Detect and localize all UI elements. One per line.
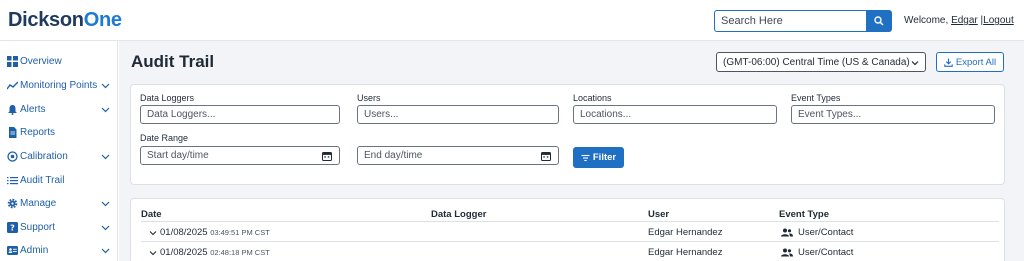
logout-link[interactable]: Logout	[983, 15, 1014, 26]
chevron-down-icon	[101, 154, 110, 160]
chevron-down-icon	[101, 225, 110, 231]
list-icon	[7, 177, 18, 185]
sidebar-item-label: Reports	[20, 127, 56, 138]
export-all-label: Export All	[955, 56, 997, 68]
calendar-icon	[541, 152, 551, 161]
end-date-placeholder: End day/time	[364, 150, 423, 161]
document-icon	[9, 127, 17, 138]
start-date-placeholder: Start day/time	[147, 150, 209, 161]
dicksonone-logo[interactable]: DicksonOne	[8, 9, 122, 32]
users-icon	[781, 248, 793, 257]
search-box	[714, 10, 892, 32]
logo-text-part2: One	[83, 9, 122, 31]
search-icon	[874, 16, 884, 26]
calendar-icon	[322, 152, 332, 161]
locations-input[interactable]	[573, 105, 777, 124]
export-all-button[interactable]: Export All	[936, 52, 1004, 72]
event-types-input[interactable]	[791, 105, 995, 124]
row-date: 01/08/2025 03:49:51 PM CST	[160, 227, 270, 238]
row-user: Edgar Hernandez	[648, 247, 723, 258]
table-row[interactable]: 01/08/2025 03:49:51 PM CST Edgar Hernand…	[141, 221, 999, 241]
sidebar-item-label: Admin	[20, 245, 49, 256]
filter-icon	[581, 154, 590, 161]
svg-text:?: ?	[10, 224, 15, 233]
sidebar-item-reports[interactable]: Reports	[0, 122, 118, 144]
timezone-value: (GMT-06:00) Central Time (US & Canada)	[723, 56, 910, 68]
users-label: Users	[357, 93, 381, 103]
row-user: Edgar Hernandez	[648, 227, 723, 238]
welcome-prefix: Welcome,	[904, 15, 949, 26]
welcome-message: Welcome, Edgar |Logout	[904, 15, 1014, 26]
admin-card-icon	[7, 246, 18, 255]
sidebar-item-monitoring-points[interactable]: Monitoring Points	[0, 75, 118, 97]
sidebar-item-support[interactable]: ? Support	[0, 217, 118, 239]
main-content: Audit Trail (GMT-06:00) Central Time (US…	[119, 41, 1024, 261]
data-loggers-label: Data Loggers	[140, 93, 195, 103]
sidebar-item-alerts[interactable]: Alerts	[0, 99, 118, 121]
sidebar-item-label: Audit Trail	[20, 175, 65, 186]
column-header-user[interactable]: User	[648, 209, 669, 220]
sidebar-item-label: Alerts	[20, 104, 46, 115]
sidebar-item-label: Overview	[20, 56, 62, 67]
search-input[interactable]	[714, 10, 867, 32]
gear-icon	[7, 198, 18, 209]
sidebar-item-label: Calibration	[20, 151, 68, 162]
filter-panel: Data Loggers Users Locations Event Types…	[130, 84, 1005, 185]
chevron-down-icon	[911, 61, 919, 66]
data-loggers-input[interactable]	[140, 105, 340, 124]
audit-table: Date Data Logger User Event Type 01/08/2…	[130, 198, 1005, 261]
row-event-type: User/Contact	[798, 247, 854, 258]
row-date-value: 01/08/2025	[160, 227, 208, 238]
sidebar-item-overview[interactable]: Overview	[0, 51, 118, 73]
sidebar-item-label: Monitoring Points	[20, 80, 98, 91]
row-time-value: 03:49:51 PM CST	[210, 228, 270, 237]
calibration-icon	[7, 151, 18, 162]
sidebar-item-admin[interactable]: Admin	[0, 240, 118, 261]
sidebar-item-label: Support	[20, 222, 56, 233]
search-button[interactable]	[866, 10, 892, 32]
column-header-data-logger[interactable]: Data Logger	[431, 209, 486, 220]
end-date-input[interactable]: End day/time	[357, 146, 559, 165]
chevron-down-icon	[101, 83, 110, 89]
chevron-down-icon	[101, 201, 110, 207]
chevron-down-icon	[101, 107, 110, 113]
date-range-label: Date Range	[140, 133, 189, 143]
sidebar-item-manage[interactable]: Manage	[0, 193, 118, 215]
top-bar: DicksonOne Welcome, Edgar |Logout	[0, 0, 1024, 41]
chevron-down-icon[interactable]	[149, 249, 157, 257]
help-icon: ?	[7, 222, 18, 233]
row-date: 01/08/2025 02:48:18 PM CST	[160, 247, 270, 258]
line-chart-icon	[7, 81, 18, 90]
filter-button-label: Filter	[592, 152, 617, 163]
bell-icon	[8, 105, 17, 115]
row-time-value: 02:48:18 PM CST	[210, 248, 270, 257]
page-title: Audit Trail	[131, 52, 215, 71]
table-row[interactable]: 01/08/2025 02:48:18 PM CST Edgar Hernand…	[141, 241, 999, 261]
row-date-value: 01/08/2025	[160, 247, 208, 258]
users-icon	[781, 228, 793, 237]
sidebar-item-label: Manage	[20, 198, 57, 209]
sidebar-item-audit-trail[interactable]: Audit Trail	[0, 170, 118, 192]
filter-button[interactable]: Filter	[573, 147, 624, 168]
row-event-type: User/Contact	[798, 227, 854, 238]
locations-label: Locations	[573, 93, 612, 103]
dashboard-icon	[7, 56, 18, 67]
users-input[interactable]	[357, 105, 559, 124]
sidebar-item-calibration[interactable]: Calibration	[0, 146, 118, 168]
column-header-event-type[interactable]: Event Type	[779, 209, 829, 220]
download-icon	[944, 58, 953, 67]
sidebar: Overview Monitoring Points Alerts Report…	[0, 41, 118, 261]
chevron-down-icon	[101, 248, 110, 254]
user-name-link[interactable]: Edgar	[951, 15, 978, 26]
start-date-input[interactable]: Start day/time	[140, 146, 340, 165]
event-types-label: Event Types	[791, 93, 841, 103]
timezone-select[interactable]: (GMT-06:00) Central Time (US & Canada)	[716, 52, 926, 72]
logo-text-part1: Dickson	[8, 9, 84, 31]
column-header-date[interactable]: Date	[141, 209, 162, 220]
chevron-down-icon[interactable]	[149, 229, 157, 237]
